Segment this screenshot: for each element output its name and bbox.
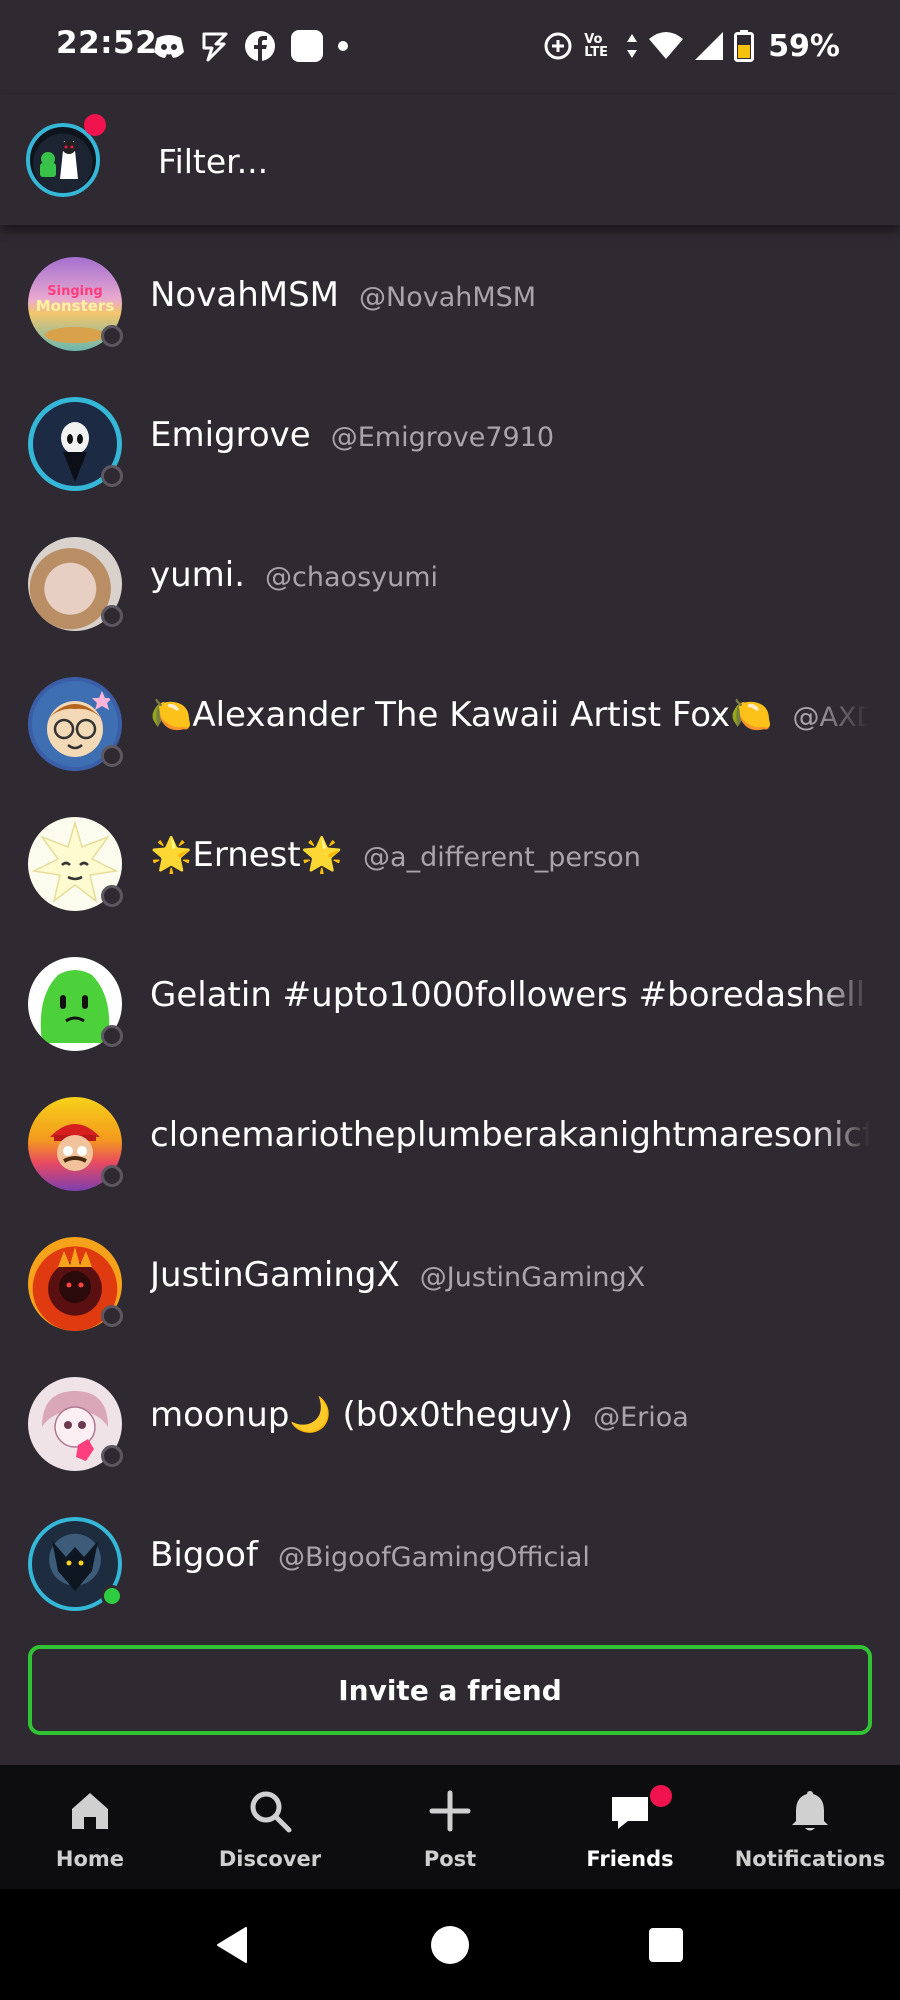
nav-discover[interactable]: Discover xyxy=(180,1765,360,1889)
nav-home[interactable]: Home xyxy=(0,1765,180,1889)
friend-handle: @BigoofGamingOfficial xyxy=(277,1542,590,1573)
data-saver-icon xyxy=(544,32,572,60)
data-arrows-icon xyxy=(627,34,638,58)
friend-handle: @JustinGamingX xyxy=(419,1262,646,1293)
nav-label: Home xyxy=(55,1847,125,1871)
friend-name: yumi. xyxy=(150,555,246,595)
volte-icon: Vo LTE xyxy=(584,32,609,60)
plus-icon xyxy=(429,1790,471,1832)
friend-handle: @Erioa xyxy=(593,1402,689,1433)
signal-icon xyxy=(695,32,724,60)
status-right-icons: Vo LTE 59% xyxy=(542,26,840,66)
friend-name: Bigoof xyxy=(150,1535,258,1575)
bell-icon xyxy=(792,1791,828,1831)
friends-list[interactable]: Singing Monsters NovahMSM @NovahMSM Emig… xyxy=(0,225,900,1617)
nav-label: Friends xyxy=(586,1847,674,1871)
list-item[interactable]: Bigoof @BigoofGamingOfficial xyxy=(0,1485,900,1617)
filter-input[interactable] xyxy=(158,131,838,191)
wifi-icon xyxy=(649,32,684,59)
friend-name: Gelatin #upto1000followers #boredashell xyxy=(150,975,866,1015)
discord-icon xyxy=(154,35,184,58)
system-nav-bar xyxy=(0,1889,900,2000)
friend-name: 🍋Alexander The Kawaii Artist Fox🍋 xyxy=(150,695,773,735)
home-icon xyxy=(72,1793,108,1829)
status-indicator xyxy=(101,1025,123,1047)
top-bar xyxy=(0,95,900,225)
nav-label: Post xyxy=(423,1847,477,1871)
list-item[interactable]: moonup🌙 (b0x0theguy) @Erioa xyxy=(0,1345,900,1485)
status-indicator xyxy=(101,1165,123,1187)
friend-handle: @a_different_person xyxy=(363,842,641,873)
list-item[interactable]: JustinGamingX @JustinGamingX xyxy=(0,1205,900,1345)
home-circle-icon[interactable] xyxy=(427,1922,473,1968)
list-item[interactable]: clonemariotheplumberakanightmaresonicfan xyxy=(0,1065,900,1205)
status-indicator xyxy=(101,1445,123,1467)
status-indicator xyxy=(101,605,123,627)
friend-handle: @AXD xyxy=(792,702,871,733)
battery-icon xyxy=(734,30,755,62)
list-item[interactable]: Gelatin #upto1000followers #boredashell … xyxy=(0,925,900,1065)
nav-post[interactable]: Post xyxy=(360,1765,540,1889)
friend-name: JustinGamingX xyxy=(150,1255,400,1295)
list-item[interactable]: Emigrove @Emigrove7910 xyxy=(0,365,900,505)
status-indicator xyxy=(101,885,123,907)
status-indicator xyxy=(101,1305,123,1327)
status-indicator xyxy=(101,325,123,347)
recents-icon[interactable] xyxy=(643,1922,689,1968)
notification-dot xyxy=(84,114,106,136)
app-square-icon xyxy=(291,30,323,62)
status-indicator xyxy=(101,465,123,487)
bolt-icon xyxy=(202,32,228,62)
chat-icon xyxy=(612,1797,648,1829)
list-item[interactable]: yumi. @chaosyumi xyxy=(0,505,900,645)
nav-notifications[interactable]: Notifications xyxy=(720,1765,900,1889)
status-bar: 22:52 Vo LTE 59% xyxy=(0,0,900,95)
friend-name: NovahMSM xyxy=(150,275,339,315)
bottom-nav: Home Discover Post Friends Notifications xyxy=(0,1765,900,1890)
list-item[interactable]: 🍋Alexander The Kawaii Artist Fox🍋 @AXD xyxy=(0,645,900,785)
status-indicator xyxy=(101,745,123,767)
battery-percent: 59% xyxy=(768,28,840,64)
nav-label: Notifications xyxy=(734,1847,886,1871)
status-time: 22:52 xyxy=(56,25,158,61)
search-icon xyxy=(250,1791,292,1833)
friends-notification-dot xyxy=(650,1785,672,1807)
friend-handle: @NovahMSM xyxy=(359,282,537,313)
list-item[interactable]: Singing Monsters NovahMSM @NovahMSM xyxy=(0,225,900,365)
friend-name: moonup🌙 (b0x0theguy) xyxy=(150,1395,574,1435)
facebook-icon xyxy=(245,31,275,61)
svg-text:Monsters: Monsters xyxy=(36,297,115,315)
friend-name: clonemariotheplumberakanightmaresonicfan xyxy=(150,1115,870,1155)
status-left-icons xyxy=(152,26,348,66)
invite-area: Invite a friend xyxy=(0,1617,900,1765)
dot-icon xyxy=(338,41,348,51)
nav-friends[interactable]: Friends xyxy=(540,1765,720,1889)
friend-handle: @chaosyumi xyxy=(265,562,439,593)
invite-friend-button[interactable]: Invite a friend xyxy=(28,1645,872,1735)
back-icon[interactable] xyxy=(210,1922,256,1968)
friend-name: Emigrove xyxy=(150,415,311,455)
status-indicator-online xyxy=(101,1585,123,1607)
list-item[interactable]: 🌟Ernest🌟 @a_different_person xyxy=(0,785,900,925)
nav-label: Discover xyxy=(218,1847,322,1871)
friend-name: 🌟Ernest🌟 xyxy=(150,835,344,875)
friend-handle: @Emigrove7910 xyxy=(330,422,555,453)
